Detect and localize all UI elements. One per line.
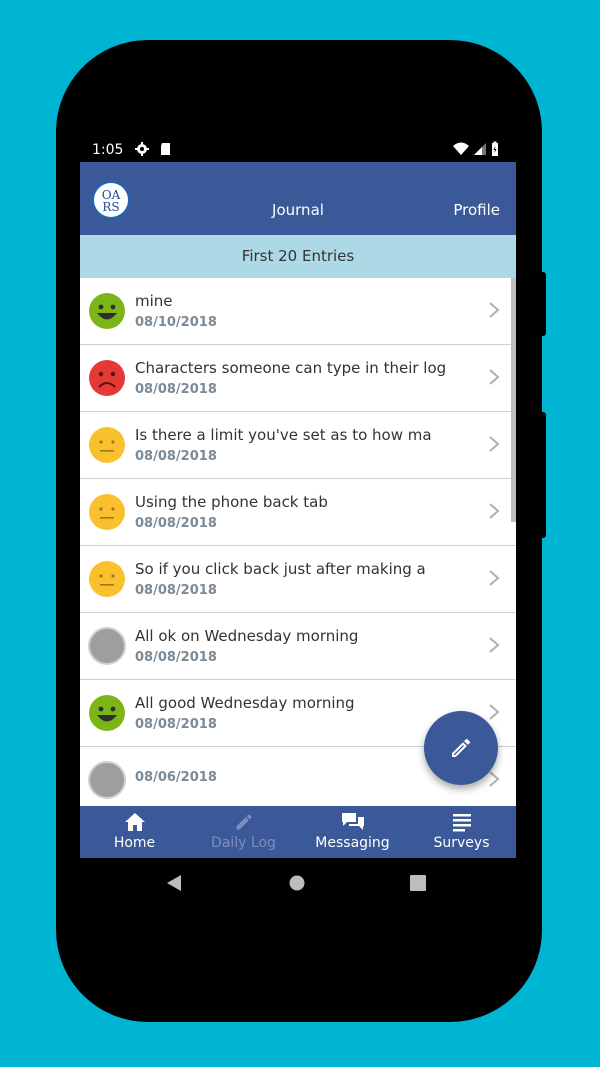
home-icon <box>124 813 145 831</box>
chevron-right-icon <box>488 770 500 788</box>
entry-date: 08/08/2018 <box>135 449 217 464</box>
nav-messaging-label: Messaging <box>315 835 390 851</box>
journal-entry-row[interactable]: So if you click back just after making a… <box>80 546 516 613</box>
nav-daily-log[interactable]: Daily Log <box>189 806 298 858</box>
list-icon <box>452 814 471 832</box>
nav-home[interactable]: Home <box>80 806 189 858</box>
nav-daily-log-label: Daily Log <box>211 835 276 851</box>
chat-icon <box>341 813 364 830</box>
entry-date: 08/08/2018 <box>135 650 217 665</box>
entry-text: All good Wednesday morning <box>135 694 355 712</box>
entry-date: 08/10/2018 <box>135 315 217 330</box>
journal-entry-row[interactable]: mine 08/10/2018 <box>80 278 516 345</box>
mood-sad-icon <box>88 359 126 397</box>
back-icon[interactable] <box>166 874 182 892</box>
battery-icon <box>492 141 498 156</box>
settings-icon <box>135 142 149 156</box>
status-time: 1:05 <box>92 142 124 158</box>
power-button <box>540 272 546 336</box>
mood-neutral-icon <box>88 426 126 464</box>
chevron-right-icon <box>488 502 500 520</box>
mood-happy-icon <box>88 292 126 330</box>
mood-neutral-icon <box>88 493 126 531</box>
mood-happy-icon <box>88 694 126 732</box>
mood-none-icon <box>88 761 126 799</box>
list-header: First 20 Entries <box>80 235 516 278</box>
bottom-nav: Home Daily Log Messaging Surveys <box>80 806 516 858</box>
chevron-right-icon <box>488 368 500 386</box>
chevron-right-icon <box>488 636 500 654</box>
page-title: Journal <box>272 201 324 219</box>
entry-date: 08/08/2018 <box>135 516 217 531</box>
mood-none-icon <box>88 627 126 665</box>
signal-icon <box>474 143 486 155</box>
app-bar: OA RS Journal Profile <box>80 162 516 235</box>
sd-card-icon <box>161 143 170 155</box>
recents-icon[interactable] <box>410 875 426 891</box>
journal-entry-row[interactable]: Characters someone can type in their log… <box>80 345 516 412</box>
entry-text: mine <box>135 292 173 310</box>
chevron-right-icon <box>488 301 500 319</box>
nav-surveys-label: Surveys <box>433 835 490 851</box>
entry-text: So if you click back just after making a <box>135 560 426 578</box>
chevron-right-icon <box>488 569 500 587</box>
entry-date: 08/08/2018 <box>135 583 217 598</box>
new-entry-button[interactable] <box>424 711 498 785</box>
home-circle-icon[interactable] <box>289 875 305 891</box>
entry-text: Is there a limit you've set as to how ma <box>135 426 432 444</box>
volume-button <box>540 412 546 538</box>
entry-text: Using the phone back tab <box>135 493 328 511</box>
status-bar: 1:05 <box>80 136 516 162</box>
journal-entry-row[interactable]: Is there a limit you've set as to how ma… <box>80 412 516 479</box>
entry-date: 08/08/2018 <box>135 382 217 397</box>
chevron-right-icon <box>488 703 500 721</box>
mood-neutral-icon <box>88 560 126 598</box>
system-nav-bar <box>80 858 516 908</box>
nav-home-label: Home <box>113 835 156 851</box>
nav-surveys[interactable]: Surveys <box>407 806 516 858</box>
nav-messaging[interactable]: Messaging <box>298 806 407 858</box>
journal-entry-row[interactable]: All ok on Wednesday morning 08/08/2018 <box>80 613 516 680</box>
chevron-right-icon <box>488 435 500 453</box>
entry-text: Characters someone can type in their log <box>135 359 447 377</box>
pencil-icon <box>236 814 252 830</box>
scrollbar[interactable] <box>511 278 516 522</box>
screen: 1:05 OA RS Journal Profile First 20 Entr… <box>80 136 516 858</box>
entry-date: 08/08/2018 <box>135 717 217 732</box>
journal-entry-row[interactable]: Using the phone back tab 08/08/2018 <box>80 479 516 546</box>
wifi-icon <box>453 142 469 155</box>
pencil-icon <box>452 738 471 757</box>
entry-text: All ok on Wednesday morning <box>135 627 359 645</box>
entry-date: 08/06/2018 <box>135 770 217 785</box>
profile-link[interactable]: Profile <box>453 201 500 219</box>
